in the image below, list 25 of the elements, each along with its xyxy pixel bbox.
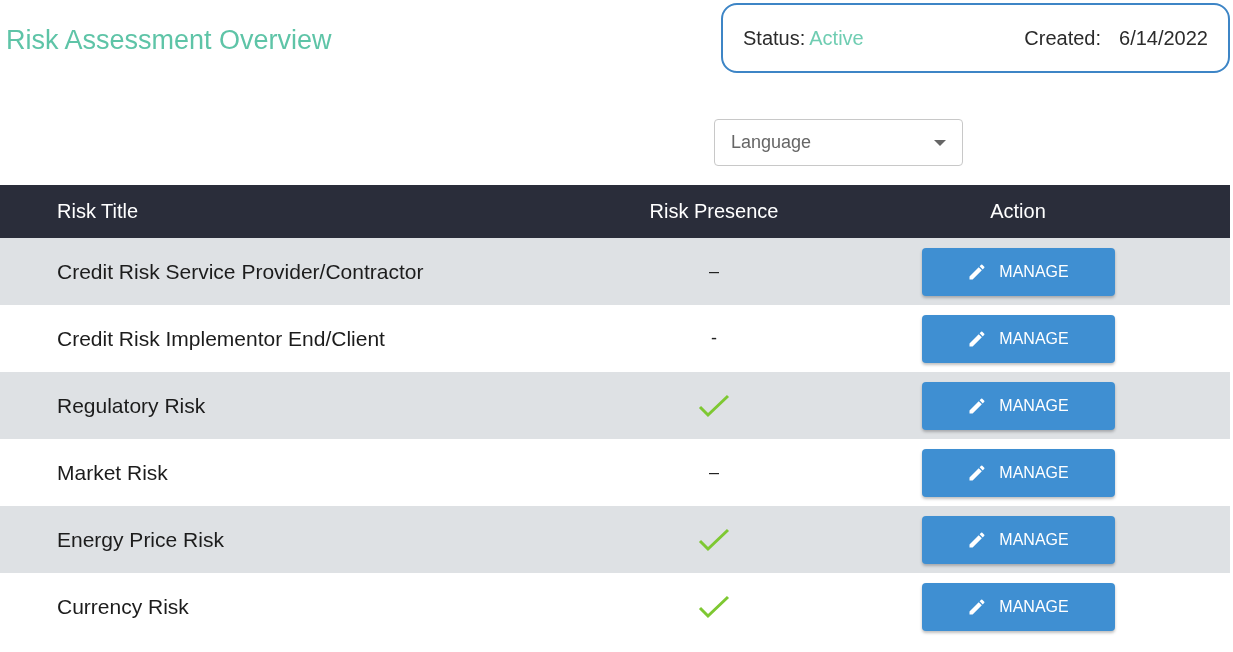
manage-button[interactable]: MANAGE (921, 515, 1115, 564)
risk-title: Energy Price Risk (56, 527, 225, 552)
status-label: Status: (743, 26, 806, 50)
manage-button[interactable]: MANAGE (921, 582, 1115, 631)
manage-button[interactable]: MANAGE (921, 314, 1115, 363)
dash-mark: – (709, 261, 719, 282)
risk-title: Market Risk (56, 460, 169, 485)
risk-title: Credit Risk Implementor End/Client (56, 326, 386, 351)
dash-mark: – (709, 462, 719, 483)
manage-button[interactable]: MANAGE (921, 448, 1115, 497)
risk-title: Regulatory Risk (56, 393, 207, 418)
manage-button[interactable]: MANAGE (921, 247, 1115, 296)
created-label: Created: (1024, 26, 1101, 50)
manage-button[interactable]: MANAGE (921, 381, 1115, 430)
column-header: Action (989, 200, 1047, 223)
status-value: Active (809, 26, 864, 50)
column-header: Risk Presence (648, 200, 780, 223)
created-value: 6/14/2022 (1119, 26, 1208, 50)
page-title: Risk Assessment Overview (6, 25, 332, 56)
caret-icon (934, 139, 946, 146)
column-header: Risk Title (56, 200, 140, 223)
risk-title: Currency Risk (56, 594, 190, 619)
language-select[interactable]: Language (714, 119, 963, 166)
dash-mark: - (711, 328, 717, 349)
risk-title: Credit Risk Service Provider/Contractor (56, 259, 425, 284)
